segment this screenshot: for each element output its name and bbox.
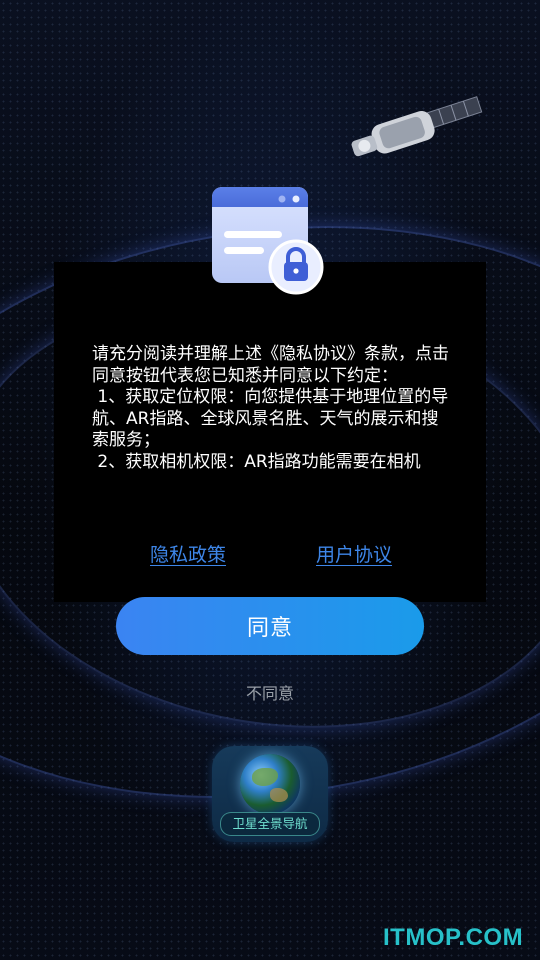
disagree-button[interactable]: 不同意 <box>0 680 540 704</box>
browser-window-lock-icon <box>212 187 324 295</box>
earth-icon <box>240 754 300 814</box>
app-logo: 卫星全景导航 <box>212 746 328 842</box>
agree-button[interactable]: 同意 <box>116 597 424 655</box>
app-name-label: 卫星全景导航 <box>220 812 320 836</box>
privacy-policy-link[interactable]: 隐私政策 <box>150 540 226 567</box>
agreement-text: 请充分阅读并理解上述《隐私协议》条款，点击同意按钮代表您已知悉并同意以下约定： … <box>92 344 452 494</box>
satellite-icon <box>351 96 483 157</box>
watermark-text: ITMOP.COM <box>383 924 524 951</box>
user-agreement-link[interactable]: 用户协议 <box>316 540 392 567</box>
